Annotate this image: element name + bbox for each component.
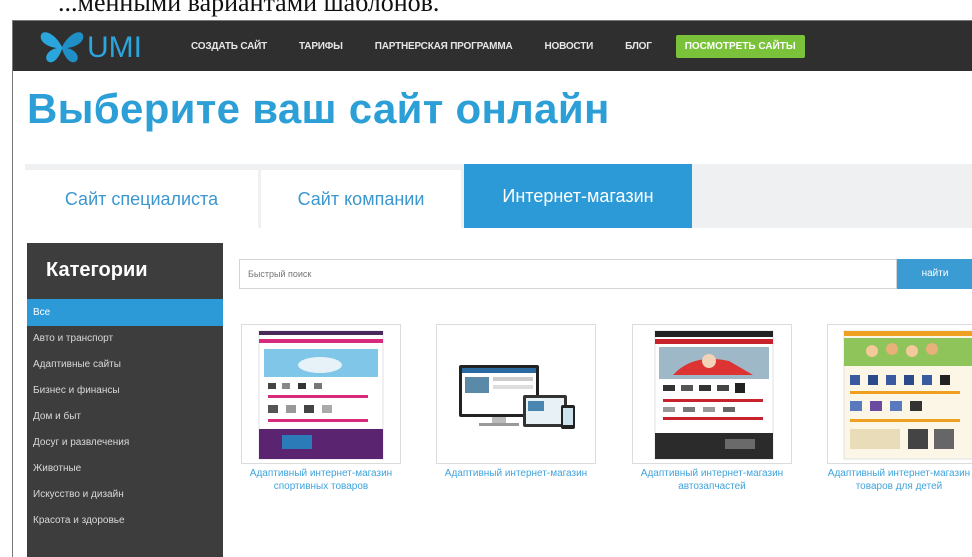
category-business[interactable]: Бизнес и финансы <box>27 378 223 404</box>
butterfly-icon <box>40 32 84 63</box>
search-button[interactable]: найти <box>897 259 972 289</box>
nav-partner-program[interactable]: ПАРТНЕРСКАЯ ПРОГРАММА <box>375 41 513 52</box>
category-beauty-health[interactable]: Красота и здоровье <box>27 508 223 534</box>
category-art-design[interactable]: Искусство и дизайн <box>27 482 223 508</box>
template-card[interactable] <box>436 324 596 464</box>
auto-parts-thumbnail-icon <box>654 330 774 460</box>
template-caption[interactable]: Адаптивный интернет-магазин автозапчасте… <box>627 467 797 493</box>
categories-title: Категории <box>46 259 148 281</box>
nav-create-site[interactable]: СОЗДАТЬ САЙТ <box>191 41 267 52</box>
category-auto[interactable]: Авто и транспорт <box>27 326 223 352</box>
logo-text: UMI <box>87 31 142 64</box>
sports-shop-thumbnail-icon <box>258 330 384 460</box>
devices-thumbnail-icon <box>459 365 575 429</box>
quick-search-input[interactable] <box>239 259 897 289</box>
template-card[interactable] <box>827 324 972 464</box>
main-nav: СОЗДАТЬ САЙТ ТАРИФЫ ПАРТНЕРСКАЯ ПРОГРАММ… <box>191 21 805 71</box>
umi-logo[interactable]: UMI <box>39 27 149 67</box>
kids-shop-thumbnail-icon <box>843 330 972 460</box>
template-card[interactable] <box>241 324 401 464</box>
nav-blog[interactable]: БЛОГ <box>625 41 652 52</box>
nav-tariffs[interactable]: ТАРИФЫ <box>299 41 343 52</box>
template-caption[interactable]: Адаптивный интернет-магазин <box>431 467 601 480</box>
tab-specialist-site[interactable]: Сайт специалиста <box>25 170 258 228</box>
tab-company-site[interactable]: Сайт компании <box>261 170 461 228</box>
tab-online-store[interactable]: Интернет-магазин <box>464 164 692 228</box>
page-title: Выберите ваш сайт онлайн <box>27 85 610 132</box>
category-animals[interactable]: Животные <box>27 456 223 482</box>
browser-page: UMI СОЗДАТЬ САЙТ ТАРИФЫ ПАРТНЕРСКАЯ ПРОГ… <box>12 20 972 557</box>
category-leisure[interactable]: Досуг и развлечения <box>27 430 223 456</box>
category-adaptive[interactable]: Адаптивные сайты <box>27 352 223 378</box>
view-sites-button[interactable]: ПОСМОТРЕТЬ САЙТЫ <box>675 34 805 58</box>
categories-sidebar: Категории Все Авто и транспорт Адаптивны… <box>27 243 223 557</box>
document-caption: ...менными вариантами шаблонов. <box>0 0 972 20</box>
template-caption[interactable]: Адаптивный интернет-магазин товаров для … <box>819 467 972 493</box>
nav-news[interactable]: НОВОСТИ <box>544 41 593 52</box>
template-card[interactable] <box>632 324 792 464</box>
category-all[interactable]: Все <box>27 299 223 326</box>
top-navigation-bar: UMI СОЗДАТЬ САЙТ ТАРИФЫ ПАРТНЕРСКАЯ ПРОГ… <box>13 21 972 71</box>
category-list: Все Авто и транспорт Адаптивные сайты Би… <box>27 299 223 534</box>
template-caption[interactable]: Адаптивный интернет-магазин спортивных т… <box>236 467 406 493</box>
category-home[interactable]: Дом и быт <box>27 404 223 430</box>
